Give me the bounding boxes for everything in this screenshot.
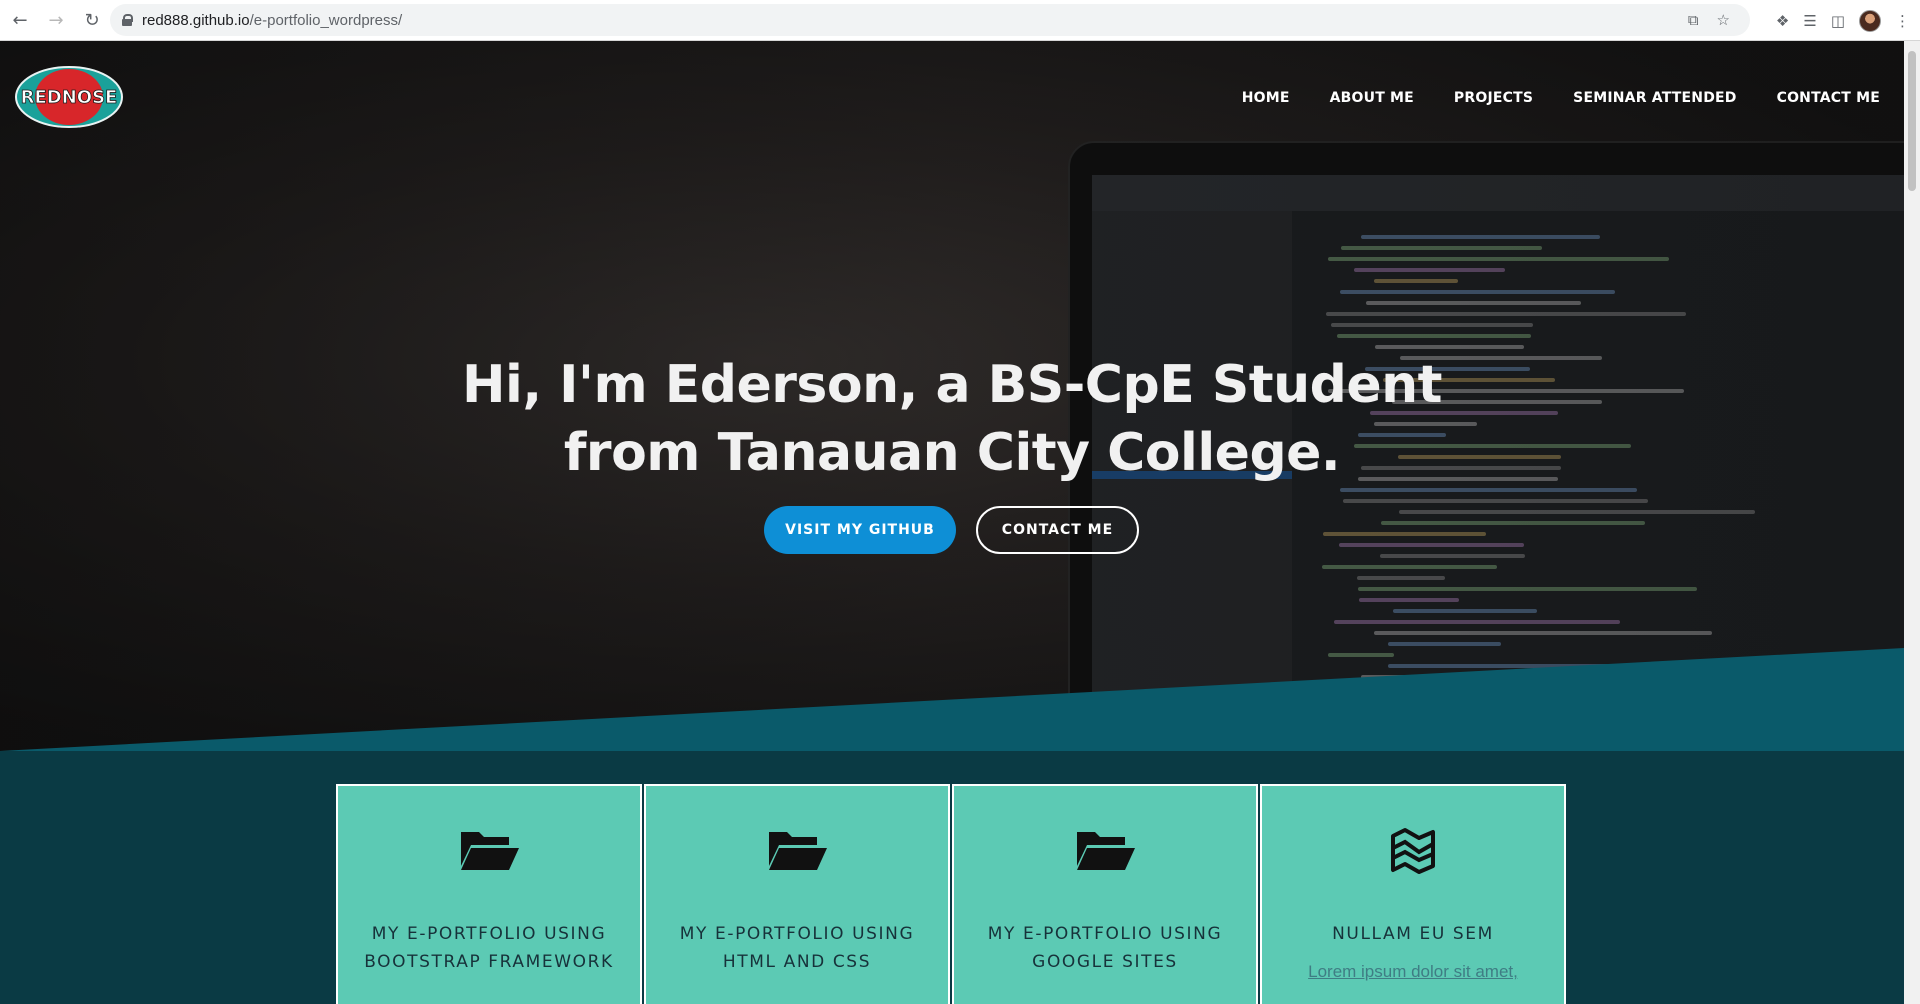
feature-title: MY E-PORTFOLIO USING BOOTSTRAP FRAMEWORK [364,924,614,972]
nav-contact-me[interactable]: CONTACT ME [1777,90,1880,106]
feature-title: NULLAM EU SEM [1332,924,1494,944]
feature-card-google-sites[interactable]: MY E-PORTFOLIO USING GOOGLE SITES [952,784,1258,1004]
reload-icon[interactable]: ↻ [76,4,108,36]
nav-home[interactable]: HOME [1242,90,1290,106]
star-icon[interactable]: ☆ [1717,11,1730,29]
features-row: MY E-PORTFOLIO USING BOOTSTRAP FRAMEWORK… [336,784,1566,1004]
back-arrow-icon[interactable]: ← [4,4,36,36]
feature-card-html-css[interactable]: MY E-PORTFOLIO USING HTML AND CSS [644,784,950,1004]
folder-open-icon [1077,832,1135,870]
nav-projects[interactable]: PROJECTS [1454,90,1533,106]
folder-open-icon [769,832,827,870]
avatar[interactable] [1859,9,1881,32]
headline-line-1: Hi, I'm Ederson, a BS-CpE Student [461,355,1443,415]
lock-icon[interactable] [122,14,133,26]
url-text[interactable]: red888.github.io/e-portfolio_wordpress/ [142,12,402,29]
map-icon [1391,828,1435,874]
feature-card-bootstrap[interactable]: MY E-PORTFOLIO USING BOOTSTRAP FRAMEWORK [336,784,642,1004]
address-bar-icons: ⧉ ☆ [1688,4,1730,36]
extensions-icon[interactable]: ❖ [1776,12,1789,30]
share-icon[interactable]: ⧉ [1688,11,1699,29]
nav-about-me[interactable]: ABOUT ME [1330,90,1414,106]
main-nav: HOME ABOUT ME PROJECTS SEMINAR ATTENDED … [1242,90,1880,106]
visit-github-button[interactable]: VISIT MY GITHUB [764,506,956,554]
feature-card-nullam[interactable]: NULLAM EU SEM Lorem ipsum dolor sit amet… [1260,784,1566,1004]
forward-arrow-icon[interactable]: → [40,4,72,36]
media-icon[interactable]: ☰ [1803,12,1816,30]
nav-seminar-attended[interactable]: SEMINAR ATTENDED [1573,90,1736,106]
folder-open-icon [461,832,519,870]
hero-headline: Hi, I'm Ederson, a BS-CpE Student from T… [0,351,1904,487]
browser-toolbar: ← → ↻ red888.github.io/e-portfolio_wordp… [0,0,1920,41]
headline-line-2: from Tanauan City College. [563,423,1341,483]
contact-me-button[interactable]: CONTACT ME [976,506,1139,554]
address-bar[interactable]: red888.github.io/e-portfolio_wordpress/ … [110,4,1750,36]
rednose-logo[interactable]: REDNOSE [14,65,124,129]
feature-title: MY E-PORTFOLIO USING GOOGLE SITES [987,924,1223,972]
page-scrollbar[interactable] [1904,41,1920,1004]
scrollbar-thumb[interactable] [1908,51,1916,191]
menu-icon[interactable]: ⋮ [1895,12,1910,30]
sidepanel-icon[interactable]: ◫ [1831,12,1845,30]
feature-link[interactable]: Lorem ipsum dolor sit amet, [1262,962,1564,982]
feature-title: MY E-PORTFOLIO USING HTML AND CSS [679,924,915,972]
toolbar-right: ❖ ☰ ◫ ⋮ [1776,0,1910,41]
svg-text:REDNOSE: REDNOSE [21,87,118,108]
hero-section: REDNOSE HOME ABOUT ME PROJECTS SEMINAR A… [0,41,1904,751]
